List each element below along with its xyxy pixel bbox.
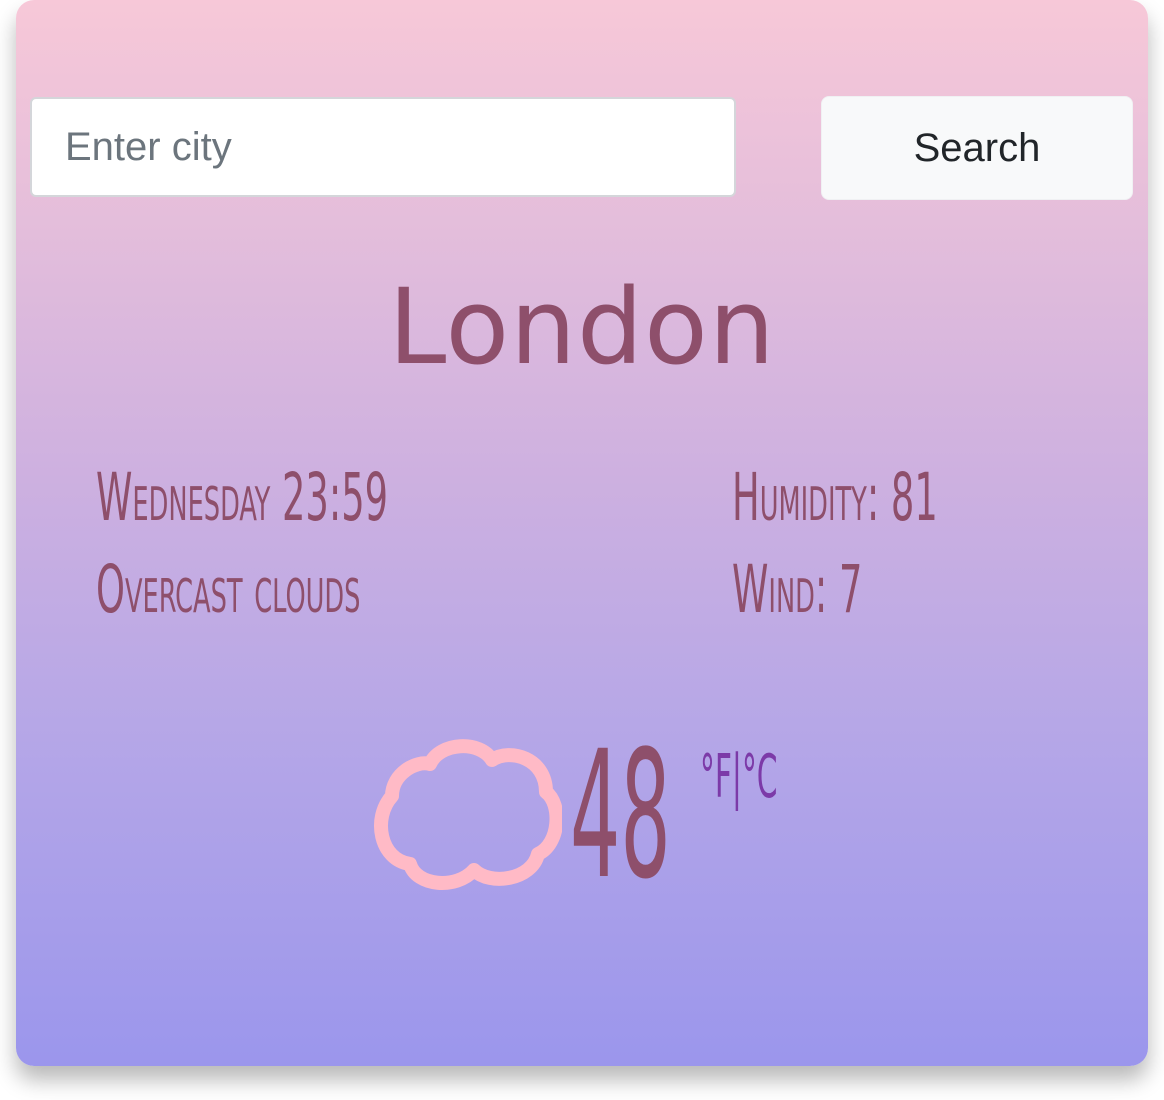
city-name: London	[388, 266, 776, 388]
temperature-value: 48	[570, 713, 671, 918]
weather-details-right: Humidity: 81 Wind: 7	[732, 452, 938, 636]
weather-details-left: Wednesday 23:59 Overcast clouds	[96, 452, 388, 636]
wind-value: Wind: 7	[732, 551, 863, 628]
city-search-input[interactable]	[30, 97, 736, 197]
day-time: Wednesday 23:59	[96, 459, 389, 536]
search-button[interactable]: Search	[821, 96, 1133, 200]
fahrenheit-link[interactable]: °F	[700, 742, 732, 812]
weather-app-card: Search London Wednesday 23:59 Overcast c…	[16, 0, 1148, 1066]
search-form: Search	[30, 96, 1134, 200]
humidity-value: Humidity: 81	[732, 459, 938, 536]
unit-separator: |	[731, 742, 742, 812]
weather-description: Overcast clouds	[96, 551, 361, 628]
current-temperature-row: 48 °F|°C	[370, 713, 830, 920]
cloud-icon	[374, 739, 562, 890]
celsius-link[interactable]: °C	[742, 742, 778, 812]
unit-toggle: °F|°C	[700, 742, 778, 812]
